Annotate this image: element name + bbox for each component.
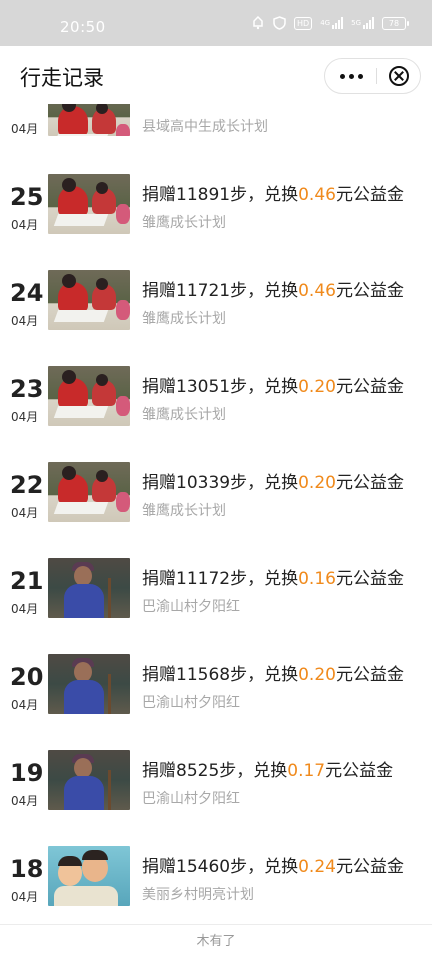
record-month: 04月 xyxy=(11,122,39,136)
alarm-icon xyxy=(251,16,265,30)
list-item[interactable]: 21 04月 捐赠11172步，兑换0.16元公益金 巴渝山村夕阳红 xyxy=(0,540,432,637)
record-project: 巴渝山村夕阳红 xyxy=(142,599,240,615)
record-amount: 0.20 xyxy=(298,665,336,685)
record-month: 04月 xyxy=(11,602,39,616)
record-amount: 0.24 xyxy=(298,857,336,877)
record-unit: 元公益金 xyxy=(335,281,404,301)
record-unit: 元公益金 xyxy=(325,761,394,781)
record-steps-text: 捐赠11172步，兑换 xyxy=(142,569,299,589)
record-unit: 元公益金 xyxy=(335,473,404,493)
project-thumbnail xyxy=(48,462,130,522)
list-item[interactable]: 24 04月 捐赠11721步，兑换0.46元公益金 雏鹰成长计划 xyxy=(0,252,432,349)
project-thumbnail xyxy=(48,654,130,714)
record-steps-text: 捐赠8525步，兑换 xyxy=(142,761,288,781)
close-icon[interactable] xyxy=(389,66,409,86)
capsule-divider xyxy=(376,68,377,84)
record-amount: 0.20 xyxy=(298,377,336,397)
network-5g-label: 5G xyxy=(351,19,361,27)
record-summary: 捐赠11568步，兑换0.20元公益金 xyxy=(142,660,404,685)
record-summary: 捐赠15460步，兑换0.24元公益金 xyxy=(142,852,404,877)
list-item[interactable]: 22 04月 捐赠10339步，兑换0.20元公益金 雏鹰成长计划 xyxy=(0,444,432,541)
page-header: 行走记录 xyxy=(0,46,432,104)
record-unit: 元公益金 xyxy=(335,665,404,685)
record-project: 雏鹰成长计划 xyxy=(142,503,226,519)
shield-icon xyxy=(273,16,286,30)
project-thumbnail xyxy=(48,750,130,810)
signal-4g-icon: 4G xyxy=(320,16,344,30)
record-month: 04月 xyxy=(11,794,39,808)
record-project: 雏鹰成长计划 xyxy=(142,311,226,327)
record-steps-text: 捐赠11891步，兑换 xyxy=(142,185,299,205)
list-item[interactable]: 25 04月 捐赠11891步，兑换0.46元公益金 雏鹰成长计划 xyxy=(0,156,432,253)
record-steps-text: 捐赠15460步，兑换 xyxy=(142,857,299,877)
record-summary: 捐赠11891步，兑换0.46元公益金 xyxy=(142,180,404,205)
record-day: 23 xyxy=(10,375,44,403)
record-steps-text: 捐赠11568步，兑换 xyxy=(142,665,299,685)
network-4g-label: 4G xyxy=(320,19,331,27)
list-item[interactable]: 19 04月 捐赠8525步，兑换0.17元公益金 巴渝山村夕阳红 xyxy=(0,732,432,829)
record-project: 巴渝山村夕阳红 xyxy=(142,695,240,711)
record-steps-text: 捐赠11721步，兑换 xyxy=(142,281,299,301)
record-month: 04月 xyxy=(11,314,39,328)
record-day: 25 xyxy=(10,183,44,211)
record-summary: 捐赠13051步，兑换0.20元公益金 xyxy=(142,372,404,397)
record-project: 雏鹰成长计划 xyxy=(142,407,226,423)
record-day: 22 xyxy=(10,471,44,499)
record-unit: 元公益金 xyxy=(335,857,404,877)
battery-icon: 78 xyxy=(382,16,409,30)
list-item-partial[interactable]: 04月 县域高中生成长计划 xyxy=(0,104,432,157)
more-dot-icon xyxy=(357,73,363,79)
record-unit: 元公益金 xyxy=(335,569,404,589)
record-summary: 捐赠11172步，兑换0.16元公益金 xyxy=(142,564,404,589)
record-summary: 捐赠10339步，兑换0.20元公益金 xyxy=(142,468,404,493)
record-amount: 0.17 xyxy=(287,761,326,781)
record-summary: 捐赠11721步，兑换0.46元公益金 xyxy=(142,276,404,301)
record-unit: 元公益金 xyxy=(335,377,404,397)
record-amount: 0.46 xyxy=(298,185,336,205)
record-project: 县域高中生成长计划 xyxy=(142,119,268,135)
record-month: 04月 xyxy=(11,890,39,904)
record-project: 巴渝山村夕阳红 xyxy=(142,791,240,807)
record-amount: 0.46 xyxy=(298,281,336,301)
record-amount: 0.16 xyxy=(298,569,336,589)
record-amount: 0.20 xyxy=(298,473,336,493)
list-item[interactable]: 18 04月 捐赠15460步，兑换0.24元公益金 美丽乡村明亮计划 xyxy=(0,828,432,925)
record-unit: 元公益金 xyxy=(335,185,404,205)
status-icons: HD 4G 5G 78 xyxy=(251,16,409,30)
record-month: 04月 xyxy=(11,506,39,520)
status-time: 20:50 xyxy=(60,18,106,36)
list-item[interactable]: 23 04月 捐赠13051步，兑换0.20元公益金 雏鹰成长计划 xyxy=(0,348,432,445)
record-month: 04月 xyxy=(11,698,39,712)
record-month: 04月 xyxy=(11,218,39,232)
page-title: 行走记录 xyxy=(20,66,104,90)
record-steps-text: 捐赠13051步，兑换 xyxy=(142,377,299,397)
list-end-text: 木有了 xyxy=(196,934,236,949)
record-day: 24 xyxy=(10,279,44,307)
record-steps-text: 捐赠10339步，兑换 xyxy=(142,473,299,493)
record-day: 20 xyxy=(10,663,44,691)
walk-record-list[interactable]: 04月 县域高中生成长计划 25 04月 捐赠11891步，兑换0.46元公益金… xyxy=(0,104,432,928)
record-month: 04月 xyxy=(11,410,39,424)
record-day: 21 xyxy=(10,567,44,595)
project-thumbnail xyxy=(48,174,130,234)
project-thumbnail xyxy=(48,558,130,618)
hd-icon: HD xyxy=(294,16,313,30)
project-thumbnail xyxy=(48,270,130,330)
project-thumbnail xyxy=(48,366,130,426)
miniprogram-capsule xyxy=(324,58,421,94)
record-project: 雏鹰成长计划 xyxy=(142,215,226,231)
list-item[interactable]: 20 04月 捐赠11568步，兑换0.20元公益金 巴渝山村夕阳红 xyxy=(0,636,432,733)
more-dot-icon xyxy=(339,73,345,79)
project-thumbnail xyxy=(48,846,130,906)
record-summary: 捐赠8525步，兑换0.17元公益金 xyxy=(142,756,393,781)
project-thumbnail xyxy=(48,104,130,136)
record-day: 19 xyxy=(10,759,44,787)
more-dot-icon xyxy=(348,73,354,79)
record-day: 18 xyxy=(10,855,44,883)
more-button[interactable] xyxy=(325,59,377,93)
status-bar: 20:50 HD 4G 5G 78 xyxy=(0,0,432,46)
signal-5g-icon: 5G xyxy=(351,16,374,30)
record-project: 美丽乡村明亮计划 xyxy=(142,887,254,903)
